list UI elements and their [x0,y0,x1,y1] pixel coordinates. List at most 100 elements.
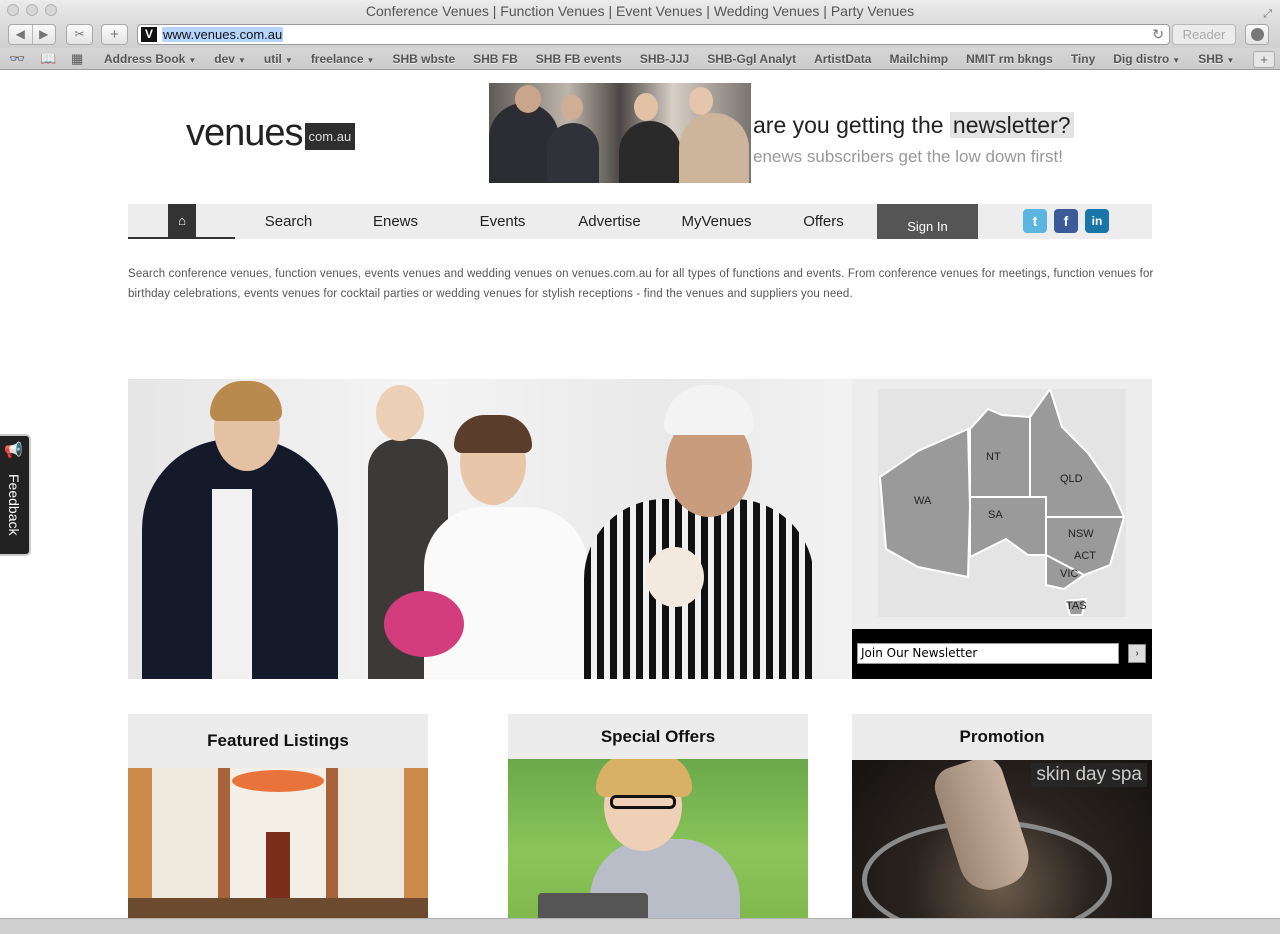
banner-headline: are you getting the newsletter? [753,112,1074,139]
downloads-button[interactable] [1245,24,1269,45]
new-tab-button[interactable]: + [101,24,128,45]
feedback-tab[interactable]: 📢 Feedback [0,434,31,556]
facebook-icon[interactable]: f [1054,209,1078,233]
site-logo[interactable]: venues com.au [186,112,356,155]
bookmark-item[interactable]: SHB-Ggl Analyt [707,52,796,66]
chevron-down-icon: ▼ [237,56,246,65]
site-favicon-icon: V [141,27,157,42]
window-title: Conference Venues | Function Venues | Ev… [365,3,915,19]
map-state-qld[interactable]: QLD [1060,473,1083,485]
logo-word: venues [186,112,304,154]
home-icon[interactable]: ⌂ [168,204,196,237]
close-window-button[interactable] [7,4,19,16]
bookmark-item[interactable]: util ▼ [264,52,293,66]
reading-list-icon[interactable]: 👓 [9,51,25,67]
bookmark-label: SHB FB [473,52,518,66]
feedback-label: Feedback [6,474,22,536]
australia-map[interactable]: WA NT SA QLD NSW ACT VIC TAS [878,386,1126,617]
bookmark-label: SHB-Ggl Analyt [707,52,797,66]
special-offers-card[interactable]: Special Offers [508,714,808,918]
map-state-vic[interactable]: VIC [1060,568,1078,580]
bookmark-label: Address Book [104,52,186,66]
map-state-nsw[interactable]: NSW [1068,528,1094,540]
chevron-down-icon: ▼ [1226,56,1235,65]
megaphone-icon: 📢 [4,442,23,459]
bookmark-item[interactable]: SHB FB [473,52,518,66]
promotion-spa-photo[interactable]: skin day spa [852,760,1152,918]
map-state-tas[interactable]: TAS [1066,600,1087,612]
banner-subline: enews subscribers get the low down first… [753,147,1063,166]
featured-listings-card[interactable]: Featured Listings [128,714,428,918]
nav-item-advertise[interactable]: Advertise [556,204,663,239]
top-sites-grid-icon[interactable]: ▦ [71,51,83,67]
scissors-icon[interactable]: ✂ [66,24,93,45]
social-links: t f in [1023,209,1109,233]
browser-toolbar: ◀ ▶ ✂ + V www.venues.com.au ↻ Reader [0,22,1280,48]
newsletter-banner[interactable]: are you getting the newsletter? enews su… [489,83,1089,183]
bookmark-label: Mailchimp [889,52,949,66]
chevron-down-icon: ▼ [284,56,293,65]
special-offer-photo[interactable] [508,759,808,918]
reader-button[interactable]: Reader [1172,24,1236,45]
map-state-sa[interactable]: SA [988,509,1003,521]
map-state-wa[interactable]: WA [914,495,931,507]
window-controls[interactable] [7,4,57,16]
newsletter-submit-button[interactable]: › [1128,644,1146,663]
nav-item-myvenues[interactable]: MyVenues [663,204,770,239]
nav-item-events[interactable]: Events [449,204,556,239]
special-offers-title: Special Offers [508,714,808,759]
map-state-act[interactable]: ACT [1074,550,1096,562]
add-bookmark-button[interactable]: + [1253,51,1275,68]
address-bar[interactable]: V www.venues.com.au ↻ [137,24,1170,45]
bookmark-item[interactable]: Tiny [1071,52,1095,66]
bookmark-item[interactable]: freelance ▼ [311,52,375,66]
business-people-photo [489,83,751,183]
bookmark-label: util [263,52,282,66]
window-titlebar: Conference Venues | Function Venues | Ev… [0,0,1280,22]
newsletter-email-input[interactable]: Join Our Newsletter [857,643,1119,664]
banner-headline-text: are you getting the [753,112,944,138]
bookmark-item[interactable]: ArtistData [814,52,871,66]
zoom-window-button[interactable] [45,4,57,16]
nav-item-search[interactable]: Search [235,204,342,239]
hero-section: WA NT SA QLD NSW ACT VIC TAS Join Our Ne… [128,379,1152,679]
bookmark-label: Dig distro [1113,52,1170,66]
forward-button[interactable]: ▶ [31,25,56,44]
bookmark-label: Tiny [1070,52,1096,66]
nav-item-offers[interactable]: Offers [770,204,877,239]
featured-listing-photo[interactable] [128,768,428,918]
bookmark-items: Address Book ▼ dev ▼ util ▼ freelance ▼ SHB wbst… [104,48,1252,70]
promotion-title: Promotion [852,714,1152,760]
bookmark-item[interactable]: SHB ▼ [1198,52,1234,66]
hero-people-photo [128,379,852,679]
bookmark-item[interactable]: SHB FB events [536,52,622,66]
bookmark-item[interactable]: SHB wbste [392,52,455,66]
bookmark-label: SHB wbste [392,52,456,66]
sign-in-button[interactable]: Sign In [877,204,978,239]
bookmark-item[interactable]: Dig distro ▼ [1113,52,1180,66]
horizontal-scrollbar[interactable] [0,918,1280,934]
bookmark-label: freelance [310,52,364,66]
url-text[interactable]: www.venues.com.au [162,27,284,42]
bookmark-item[interactable]: NMIT rm bkngs [966,52,1053,66]
promotion-card[interactable]: Promotion skin day spa [852,714,1152,918]
bookmark-item[interactable]: SHB-JJJ [640,52,689,66]
home-tab: ⌂ [128,204,235,239]
linkedin-icon[interactable]: in [1085,209,1109,233]
bookmark-label: ArtistData [814,52,872,66]
back-button[interactable]: ◀ [9,25,32,44]
bookmark-item[interactable]: Mailchimp [889,52,948,66]
intro-text: Search conference venues, function venue… [128,268,1154,300]
nav-item-enews[interactable]: Enews [342,204,449,239]
twitter-icon[interactable]: t [1023,209,1047,233]
bookmark-label: NMIT rm bkngs [966,52,1053,66]
newsletter-signup: Join Our Newsletter › [852,629,1152,679]
reload-icon[interactable]: ↻ [1152,26,1164,43]
bookmark-item[interactable]: Address Book ▼ [104,52,196,66]
minimize-window-button[interactable] [26,4,38,16]
bookmark-item[interactable]: dev ▼ [214,52,246,66]
bookmarks-book-icon[interactable]: 📖 [40,51,56,67]
bookmark-label: SHB [1198,52,1224,66]
logo-suffix: com.au [304,123,356,150]
map-state-nt[interactable]: NT [986,451,1001,463]
